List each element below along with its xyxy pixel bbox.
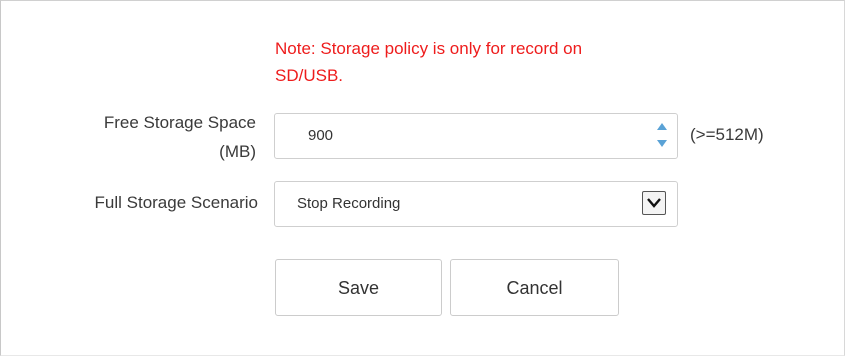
free-storage-label: Free Storage Space (MB) xyxy=(21,108,256,166)
full-storage-scenario-label: Full Storage Scenario xyxy=(94,193,258,212)
storage-policy-note: Note: Storage policy is only for record … xyxy=(275,35,735,89)
up-down-arrows-icon[interactable] xyxy=(656,121,668,151)
free-storage-label-line-1: Free Storage Space xyxy=(103,113,256,132)
save-button[interactable]: Save xyxy=(275,259,442,316)
full-storage-selected-value: Stop Recording xyxy=(297,195,401,212)
decrement-arrow-icon[interactable] xyxy=(657,140,667,147)
free-storage-label-line-2: (MB) xyxy=(219,142,256,161)
full-storage-scenario-select[interactable]: Stop Recording xyxy=(274,181,678,227)
storage-policy-panel: Note: Storage policy is only for record … xyxy=(0,0,845,356)
note-line-2: SD/USB. xyxy=(275,66,344,85)
chevron-down-icon[interactable] xyxy=(642,191,666,215)
free-storage-space-input[interactable]: 900 xyxy=(274,113,678,159)
cancel-button[interactable]: Cancel xyxy=(450,259,619,316)
note-line-1: Note: Storage policy is only for record … xyxy=(275,39,583,58)
free-storage-hint: (>=512M) xyxy=(690,125,764,144)
free-storage-value: 900 xyxy=(308,127,334,144)
increment-arrow-icon[interactable] xyxy=(657,123,667,130)
